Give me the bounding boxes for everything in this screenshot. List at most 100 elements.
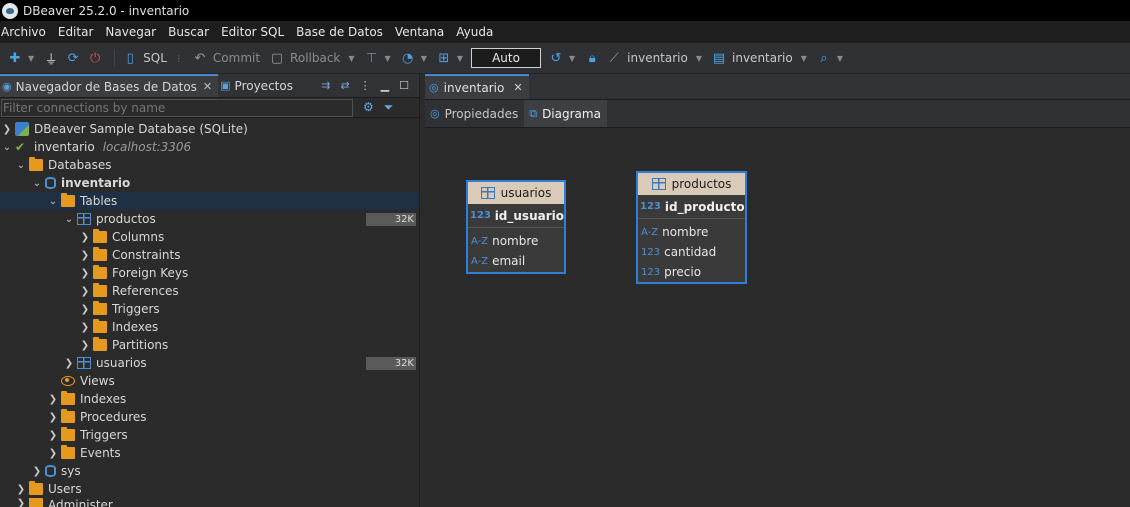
connect-plug-icon[interactable]: ⏚	[42, 49, 60, 68]
tree-item-administer[interactable]: ❯ Administer	[0, 498, 419, 507]
view-menu-icon[interactable]: ⋮	[360, 79, 371, 92]
menu-editor-sql[interactable]: Editor SQL	[219, 25, 292, 39]
chevron-down-icon[interactable]: ▼	[421, 54, 427, 63]
chevron-right-icon[interactable]: ❯	[31, 466, 43, 477]
entity-primary-key[interactable]: 123 id_producto	[638, 195, 745, 219]
chevron-right-icon[interactable]: ❯	[79, 250, 91, 261]
tree-item-table-productos[interactable]: ⌄ productos 32K	[0, 210, 419, 228]
tree-item-table-usuarios[interactable]: ❯ usuarios 32K	[0, 354, 419, 372]
tree-item-partitions[interactable]: ❯ Partitions	[0, 336, 419, 354]
entity-column[interactable]: 123 precio	[638, 262, 745, 282]
tab-editor-inventario[interactable]: ◎ inventario ✕	[425, 74, 529, 99]
connection-filter-input[interactable]	[1, 98, 353, 117]
maximize-icon[interactable]: ☐	[399, 79, 409, 92]
new-connection-icon[interactable]: ✚	[6, 49, 24, 67]
entity-productos[interactable]: productos 123 id_producto A-Z nombre 123…	[636, 171, 747, 284]
chevron-down-icon[interactable]: ⋮	[175, 54, 183, 63]
filter-settings-icon[interactable]: ⚙	[363, 100, 374, 115]
chevron-down-icon[interactable]: ⌄	[47, 196, 59, 207]
tree-item-procedures[interactable]: ❯ Procedures	[0, 408, 419, 426]
chevron-down-icon[interactable]: ⌄	[1, 142, 13, 153]
chevron-right-icon[interactable]: ❯	[79, 304, 91, 315]
tree-item-connection-inventario[interactable]: ⌄ ✔ inventario localhost:3306	[0, 138, 419, 156]
chevron-down-icon[interactable]: ⌄	[31, 178, 43, 189]
entity-usuarios[interactable]: usuarios 123 id_usuario A-Z nombre A-Z e…	[466, 180, 566, 274]
chevron-down-icon[interactable]: ⌄	[63, 214, 75, 225]
tree-item-schema-sys[interactable]: ❯ sys	[0, 462, 419, 480]
tree-item-views[interactable]: Views	[0, 372, 419, 390]
chevron-right-icon[interactable]: ❯	[79, 232, 91, 243]
disconnect-icon[interactable]: ⏻	[86, 49, 104, 67]
chevron-right-icon[interactable]: ❯	[79, 286, 91, 297]
er-diagram-canvas[interactable]: usuarios 123 id_usuario A-Z nombre A-Z e…	[425, 128, 1130, 507]
chevron-right-icon[interactable]: ❯	[15, 484, 27, 495]
tab-propiedades[interactable]: ◎ Propiedades	[425, 100, 524, 127]
close-icon[interactable]: ✕	[513, 81, 522, 94]
chevron-right-icon[interactable]: ❯	[1, 124, 13, 135]
tab-projects[interactable]: ▣ Proyectos	[218, 74, 299, 97]
entity-column[interactable]: A-Z email	[468, 251, 564, 271]
rollback-icon[interactable]: ▢	[268, 49, 286, 67]
entity-column[interactable]: 123 cantidad	[638, 242, 745, 262]
commit-icon[interactable]: ↶	[191, 49, 209, 67]
chevron-down-icon[interactable]: ▼	[569, 54, 575, 63]
tree-item-events[interactable]: ❯ Events	[0, 444, 419, 462]
menu-base-de-datos[interactable]: Base de Datos	[294, 25, 391, 39]
chevron-right-icon[interactable]: ❯	[15, 498, 27, 507]
chevron-right-icon[interactable]: ❯	[79, 268, 91, 279]
tab-diagrama[interactable]: ⧉ Diagrama	[524, 100, 607, 127]
close-icon[interactable]: ✕	[203, 80, 212, 93]
chevron-down-icon[interactable]: ▼	[28, 54, 34, 63]
tree-item-constraints[interactable]: ❯ Constraints	[0, 246, 419, 264]
chevron-right-icon[interactable]: ❯	[79, 322, 91, 333]
chevron-down-icon[interactable]: ▼	[457, 54, 463, 63]
sql-editor-icon[interactable]: ▯	[121, 49, 139, 67]
sql-button[interactable]: SQL	[143, 51, 167, 65]
tree-item-schema-indexes[interactable]: ❯ Indexes	[0, 390, 419, 408]
lock-icon[interactable]: 🔒︎	[583, 49, 601, 67]
transaction-mode-field[interactable]: Auto	[471, 48, 541, 68]
tree-item-schema-inventario[interactable]: ⌄ inventario	[0, 174, 419, 192]
chevron-down-icon[interactable]: ▼	[696, 54, 702, 63]
tree-item-indexes[interactable]: ❯ Indexes	[0, 318, 419, 336]
entity-primary-key[interactable]: 123 id_usuario	[468, 204, 564, 228]
chevron-right-icon[interactable]: ❯	[63, 358, 75, 369]
filter-icon[interactable]: ⏷	[384, 100, 394, 115]
tree-item-users[interactable]: ❯ Users	[0, 480, 419, 498]
chevron-down-icon[interactable]: ⌄	[15, 160, 27, 171]
minimize-icon[interactable]: ▁	[381, 79, 389, 92]
chevron-right-icon[interactable]: ❯	[47, 430, 59, 441]
tree-item-tables[interactable]: ⌄ Tables	[0, 192, 419, 210]
transaction-mode-icon[interactable]: ⊤	[363, 49, 381, 67]
chevron-down-icon[interactable]: ▼	[348, 54, 354, 63]
rollback-button[interactable]: Rollback	[290, 51, 340, 65]
commit-button[interactable]: Commit	[213, 51, 260, 65]
tree-item-triggers[interactable]: ❯ Triggers	[0, 300, 419, 318]
chevron-right-icon[interactable]: ❯	[47, 448, 59, 459]
reconnect-icon[interactable]: ⟳	[64, 49, 82, 67]
tree-item-schema-triggers[interactable]: ❯ Triggers	[0, 426, 419, 444]
chevron-right-icon[interactable]: ❯	[47, 412, 59, 423]
link-with-editor-icon[interactable]: ⇄	[340, 79, 349, 92]
entity-header[interactable]: usuarios	[468, 182, 564, 204]
tree-item-references[interactable]: ❯ References	[0, 282, 419, 300]
history-icon[interactable]: ↺	[547, 49, 565, 67]
chevron-down-icon[interactable]: ▼	[801, 54, 807, 63]
tree-item-columns[interactable]: ❯ Columns	[0, 228, 419, 246]
menu-ayuda[interactable]: Ayuda	[454, 25, 501, 39]
menu-navegar[interactable]: Navegar	[103, 25, 164, 39]
collapse-all-icon[interactable]: ⇉	[321, 79, 330, 92]
chevron-down-icon[interactable]: ▼	[385, 54, 391, 63]
entity-header[interactable]: productos	[638, 173, 745, 195]
active-schema-selector[interactable]: inventario	[732, 51, 793, 65]
schema-tree-icon[interactable]: ⊞	[435, 49, 453, 67]
menu-editar[interactable]: Editar	[56, 25, 102, 39]
chevron-right-icon[interactable]: ❯	[47, 394, 59, 405]
chevron-down-icon[interactable]: ▼	[837, 54, 843, 63]
chevron-right-icon[interactable]: ❯	[79, 340, 91, 351]
tree-item-foreign-keys[interactable]: ❯ Foreign Keys	[0, 264, 419, 282]
menu-buscar[interactable]: Buscar	[166, 25, 217, 39]
entity-column[interactable]: A-Z nombre	[468, 231, 564, 251]
entity-column[interactable]: A-Z nombre	[638, 222, 745, 242]
menu-archivo[interactable]: Archivo	[0, 25, 54, 39]
